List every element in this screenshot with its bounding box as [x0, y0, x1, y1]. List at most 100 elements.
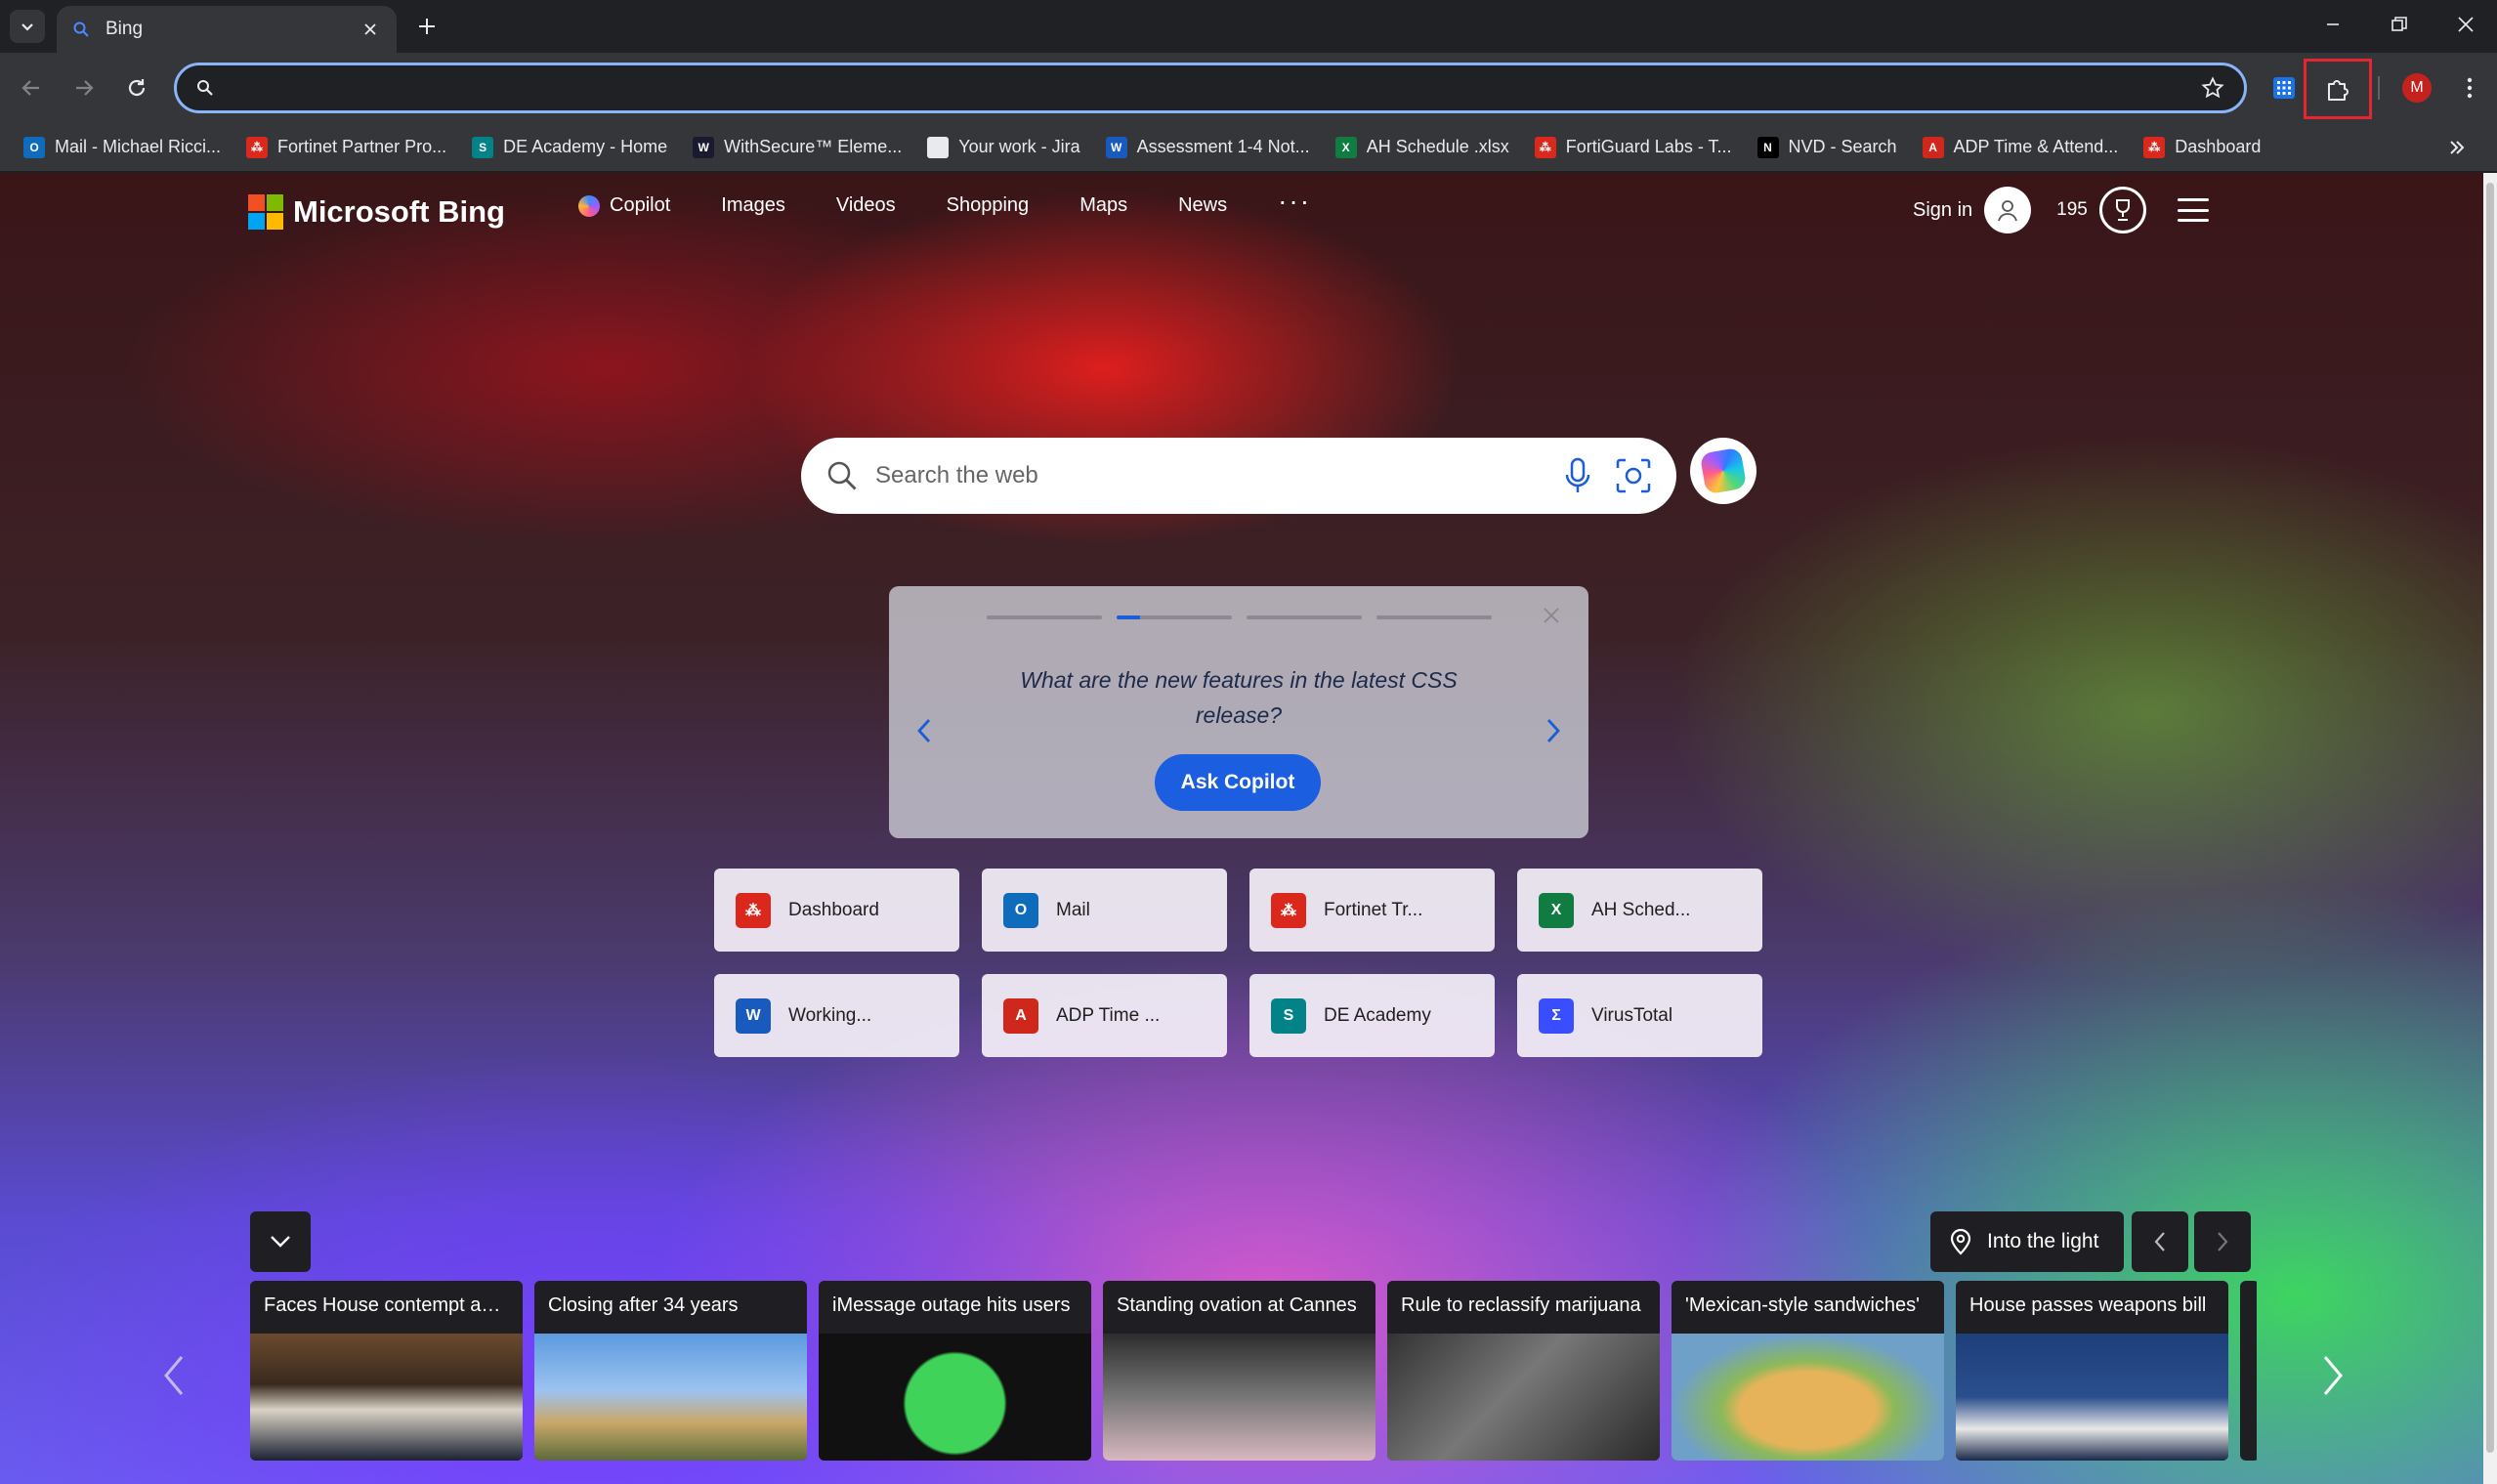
news-card[interactable]: Standing ovation at Cannes: [1103, 1281, 1375, 1461]
minimize-icon: [2327, 23, 2339, 25]
outlook-icon: O: [23, 136, 45, 158]
bookmark-star-icon[interactable]: [2201, 76, 2224, 100]
bing-logo[interactable]: Microsoft Bing: [248, 187, 505, 237]
tab-search-button[interactable]: [10, 10, 45, 43]
chevron-down-icon: [21, 23, 33, 31]
bookmark-item[interactable]: ⁂ Fortinet Partner Pro...: [236, 130, 456, 165]
bookmark-item[interactable]: O Mail - Michael Ricci...: [14, 130, 231, 165]
restore-button[interactable]: [2366, 0, 2433, 49]
bing-homepage: Microsoft Bing Copilot Images Videos Sho…: [0, 173, 2497, 1484]
news-carousel: Faces House contempt acti... Closing afte…: [250, 1281, 2257, 1461]
new-tab-button[interactable]: [410, 10, 444, 43]
chevron-left-icon: [2154, 1232, 2165, 1251]
page-scrollbar[interactable]: [2483, 173, 2497, 1484]
quick-link-tile[interactable]: X AH Sched...: [1517, 869, 1762, 952]
news-card[interactable]: 'Mexican-style sandwiches': [1672, 1281, 1944, 1461]
news-card[interactable]: Closing after 34 years: [534, 1281, 807, 1461]
quick-link-tile[interactable]: ⁂ Fortinet Tr...: [1249, 869, 1495, 952]
back-button[interactable]: [14, 70, 49, 106]
profile-button[interactable]: M: [2397, 68, 2436, 107]
quick-link-tile[interactable]: Σ VirusTotal: [1517, 974, 1762, 1057]
news-thumbnail: [1103, 1334, 1375, 1461]
bing-nav: Copilot Images Videos Shopping Maps News…: [578, 186, 1311, 217]
arrow-left-icon: [21, 80, 39, 96]
address-input[interactable]: [230, 76, 2201, 100]
bookmark-label: NVD - Search: [1788, 137, 1897, 156]
search-input[interactable]: [875, 462, 1561, 489]
reload-button[interactable]: [119, 70, 154, 106]
close-window-button[interactable]: [2433, 0, 2497, 49]
news-card[interactable]: Rule to reclassify marijuana: [1387, 1281, 1660, 1461]
bookmark-label: Your work - Jira: [958, 137, 1080, 156]
microphone-icon[interactable]: [1561, 456, 1594, 495]
tab-bing[interactable]: Bing: [57, 6, 397, 53]
next-prompt-button[interactable]: [1538, 711, 1569, 750]
address-bar[interactable]: [174, 63, 2247, 113]
forward-button[interactable]: [66, 70, 102, 106]
more-bookmarks-button[interactable]: [2442, 133, 2472, 162]
fortinet-icon: ⁂: [1271, 892, 1306, 928]
next-image-button[interactable]: [2194, 1211, 2251, 1272]
rewards-trophy-icon[interactable]: [2098, 187, 2146, 233]
news-headline: Closing after 34 years: [534, 1281, 807, 1334]
progress-segment: [1247, 615, 1362, 619]
visual-search-icon[interactable]: [1614, 456, 1653, 495]
nav-more-button[interactable]: ···: [1278, 186, 1311, 217]
settings-menu-icon[interactable]: [2177, 198, 2209, 222]
previous-image-button[interactable]: [2132, 1211, 2188, 1272]
browser-menu-button[interactable]: [2450, 68, 2489, 107]
quick-link-tile[interactable]: W Working...: [714, 974, 959, 1057]
collapse-feed-button[interactable]: [250, 1211, 311, 1272]
quick-link-tile[interactable]: ⁂ Dashboard: [714, 869, 959, 952]
news-card[interactable]: Faces House contempt acti...: [250, 1281, 523, 1461]
image-info-button[interactable]: Into the light: [1930, 1211, 2124, 1272]
scrollbar-thumb[interactable]: [2486, 183, 2494, 1453]
copilot-question: What are the new features in the latest …: [1020, 667, 1458, 728]
news-card[interactable]: iMessage outage hits users: [819, 1281, 1091, 1461]
chevron-right-icon: [2323, 1356, 2343, 1395]
apps-grid-icon[interactable]: [2264, 68, 2304, 107]
nav-images[interactable]: Images: [721, 194, 785, 217]
news-card-partial[interactable]: [2240, 1281, 2257, 1461]
minimize-button[interactable]: [2300, 0, 2366, 49]
excel-icon: X: [1539, 892, 1574, 928]
news-thumbnail: [534, 1334, 807, 1461]
nav-videos[interactable]: Videos: [836, 194, 896, 217]
bookmark-item[interactable]: Your work - Jira: [917, 130, 1089, 165]
user-avatar-icon[interactable]: [1984, 187, 2032, 233]
bookmark-item[interactable]: ⁂ Dashboard: [2134, 130, 2270, 165]
copilot-button[interactable]: [1690, 438, 1756, 504]
bookmark-item[interactable]: ⁂ FortiGuard Labs - T...: [1525, 130, 1742, 165]
copilot-logo-icon: [1699, 446, 1748, 495]
sign-in-link[interactable]: Sign in: [1913, 199, 1972, 222]
quick-link-label: DE Academy: [1324, 1004, 1431, 1026]
news-headline: 'Mexican-style sandwiches': [1672, 1281, 1944, 1334]
bookmark-item[interactable]: X AH Schedule .xlsx: [1326, 130, 1519, 165]
web-search-box[interactable]: [801, 438, 1676, 514]
close-card-icon[interactable]: [1540, 604, 1563, 627]
bookmark-item[interactable]: S DE Academy - Home: [462, 130, 677, 165]
chevron-left-icon: [917, 719, 931, 742]
rewards-points[interactable]: 195: [2056, 199, 2088, 221]
nav-shopping[interactable]: Shopping: [947, 194, 1030, 217]
progress-segment: [987, 615, 1102, 619]
bookmark-item[interactable]: N NVD - Search: [1748, 130, 1907, 165]
bookmark-item[interactable]: A ADP Time & Attend...: [1913, 130, 2129, 165]
outlook-icon: O: [1003, 892, 1038, 928]
nav-maps[interactable]: Maps: [1079, 194, 1127, 217]
news-next-button[interactable]: [2311, 1346, 2354, 1405]
previous-prompt-button[interactable]: [909, 711, 940, 750]
nav-copilot[interactable]: Copilot: [578, 194, 670, 217]
extensions-button[interactable]: [2304, 59, 2372, 119]
news-prev-button[interactable]: [152, 1346, 195, 1405]
bookmark-item[interactable]: W WithSecure™ Eleme...: [683, 130, 911, 165]
quick-link-tile[interactable]: S DE Academy: [1249, 974, 1495, 1057]
quick-link-tile[interactable]: O Mail: [982, 869, 1227, 952]
bookmark-item[interactable]: W Assessment 1-4 Not...: [1096, 130, 1320, 165]
close-tab-icon[interactable]: [358, 17, 383, 42]
ask-copilot-button[interactable]: Ask Copilot: [1155, 754, 1321, 811]
word-icon: W: [736, 997, 771, 1034]
quick-link-tile[interactable]: A ADP Time ...: [982, 974, 1227, 1057]
nav-news[interactable]: News: [1178, 194, 1227, 217]
news-card[interactable]: House passes weapons bill: [1956, 1281, 2228, 1461]
